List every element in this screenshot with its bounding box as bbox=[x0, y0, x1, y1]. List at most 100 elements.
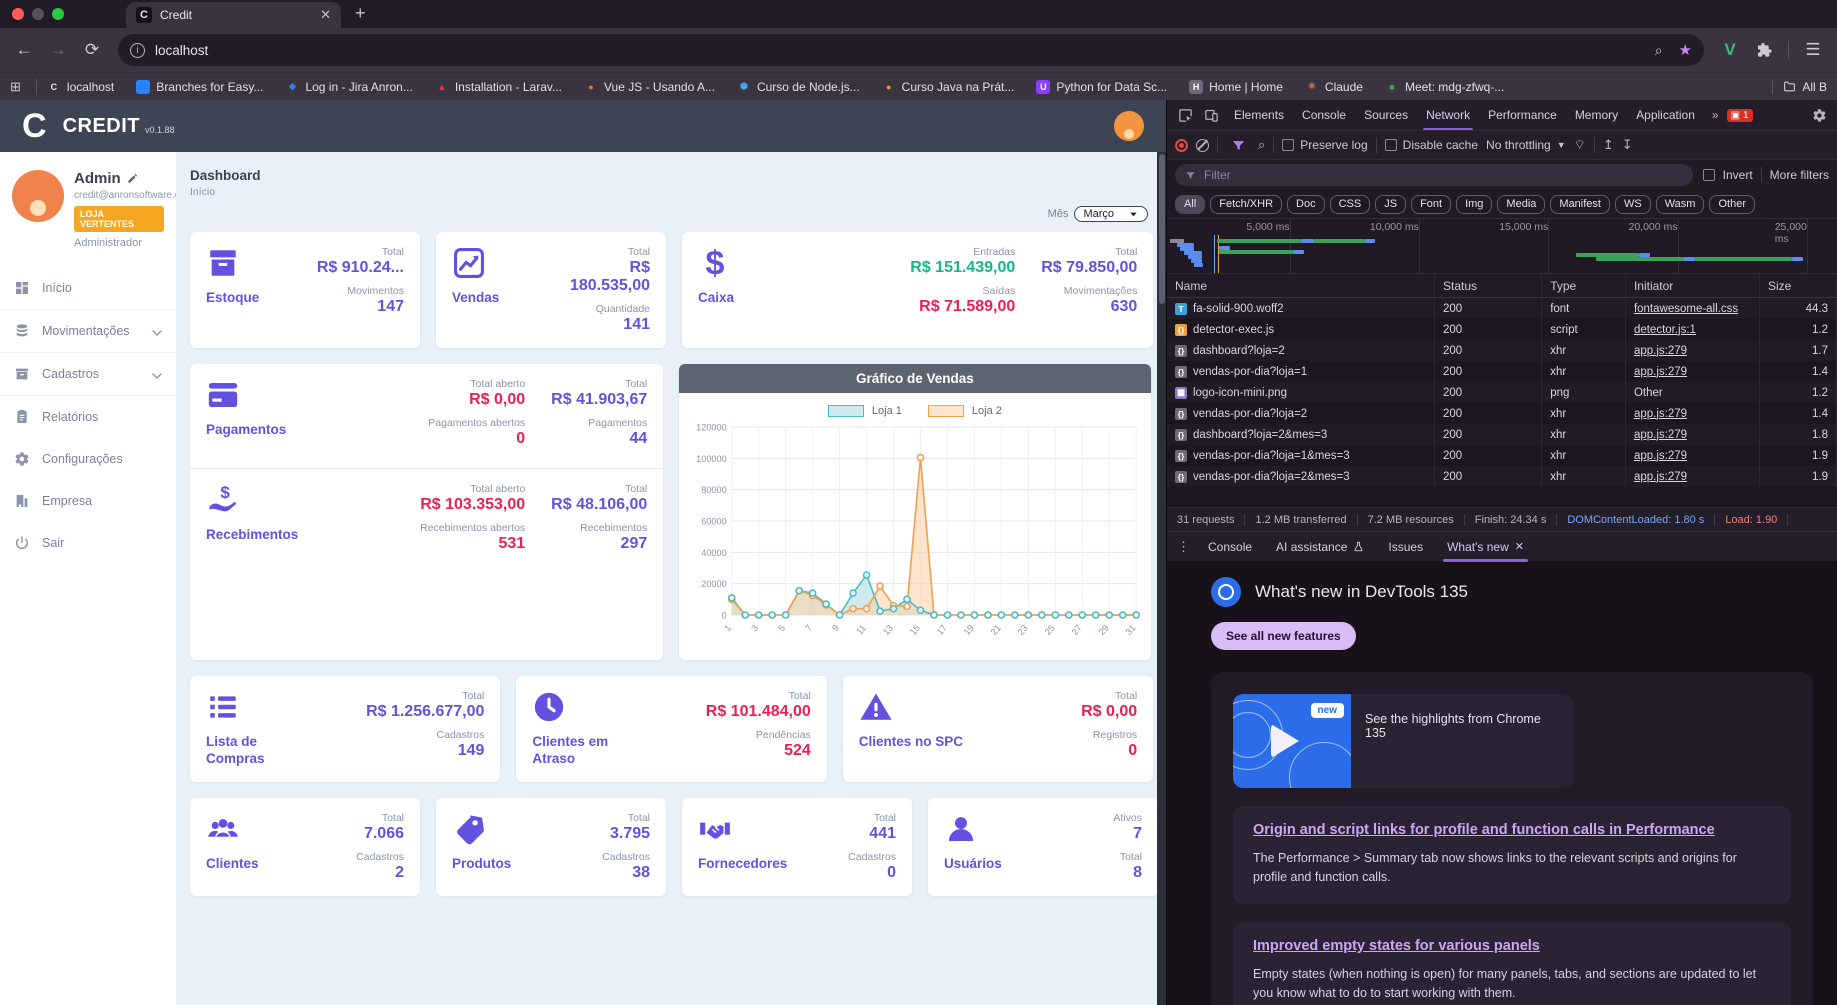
bookmark-item[interactable]: ▲ Installation - Larav... bbox=[435, 80, 562, 94]
network-request-row[interactable]: {} dashboard?loja=2 200 xhr app.js:279 1.7 bbox=[1167, 340, 1837, 361]
type-chip-ws[interactable]: WS bbox=[1614, 194, 1651, 214]
preserve-log-checkbox[interactable]: Preserve log bbox=[1282, 138, 1368, 152]
type-chip-all[interactable]: All bbox=[1175, 194, 1206, 214]
back-button[interactable]: ← bbox=[10, 36, 38, 64]
user-avatar[interactable] bbox=[12, 170, 64, 222]
url-bar[interactable]: i localhost ⌕ ★ bbox=[118, 34, 1704, 66]
devtools-tab-elements[interactable]: Elements bbox=[1225, 100, 1293, 130]
sidebar-item-empresa[interactable]: Empresa bbox=[0, 480, 176, 522]
minimize-window-button[interactable] bbox=[32, 8, 44, 20]
sidebar-item-inicio[interactable]: Início bbox=[0, 267, 176, 309]
clientes-card[interactable]: Clientes Total 7.066 Cadastros 2 bbox=[190, 797, 420, 896]
maximize-window-button[interactable] bbox=[52, 8, 64, 20]
navbar-avatar[interactable] bbox=[1114, 111, 1144, 141]
network-request-row[interactable]: {} dashboard?loja=2&mes=3 200 xhr app.js:2… bbox=[1167, 424, 1837, 445]
type-chip-js[interactable]: JS bbox=[1375, 194, 1407, 214]
inspect-element-icon[interactable] bbox=[1173, 104, 1197, 126]
bookmark-item[interactable]: ● Curso Java na Prát... bbox=[882, 80, 1014, 94]
play-icon[interactable] bbox=[1271, 724, 1299, 758]
more-filters-label[interactable]: More filters bbox=[1770, 168, 1829, 182]
initiator-link[interactable]: fontawesome-all.css bbox=[1634, 303, 1738, 315]
throttling-dropdown[interactable]: No throttling ▼ bbox=[1486, 138, 1566, 152]
page-scrollbar[interactable] bbox=[1157, 152, 1166, 1005]
close-drawer-tab-icon[interactable]: ✕ bbox=[1515, 540, 1524, 553]
see-all-features-button[interactable]: See all new features bbox=[1211, 622, 1356, 650]
type-chip-fetch-xhr[interactable]: Fetch/XHR bbox=[1210, 194, 1283, 214]
type-chip-other[interactable]: Other bbox=[1709, 194, 1755, 214]
section-heading-link[interactable]: Origin and script links for profile and … bbox=[1253, 822, 1771, 838]
filter-input[interactable]: Filter bbox=[1175, 164, 1693, 186]
bookmark-star-icon[interactable]: ★ bbox=[1679, 41, 1692, 59]
initiator-link[interactable]: detector.js:1 bbox=[1634, 324, 1696, 336]
initiator-link[interactable]: app.js:279 bbox=[1634, 450, 1687, 462]
column-header-name[interactable]: Name bbox=[1167, 274, 1435, 297]
vue-devtools-icon[interactable]: V bbox=[1716, 36, 1744, 64]
legend-item[interactable]: Loja 2 bbox=[927, 405, 1002, 417]
caixa-card[interactable]: $ Caixa Entradas R$ 151.439,00 Saídas R$… bbox=[682, 232, 1154, 348]
drawer-tab-ai-assistance[interactable]: AI assistance bbox=[1266, 532, 1374, 562]
profile-menu-icon[interactable]: ☰ bbox=[1799, 36, 1827, 64]
network-request-row[interactable]: {} vendas-por-dia?loja=2 200 xhr app.js:27… bbox=[1167, 403, 1837, 424]
url-text[interactable]: localhost bbox=[155, 43, 1639, 58]
pagamentos-recebimentos-card[interactable]: Pagamentos Total aberto R$ 0,00 Pagament… bbox=[190, 364, 664, 660]
sidebar-item-cadastros[interactable]: Cadastros bbox=[0, 352, 176, 395]
type-chip-doc[interactable]: Doc bbox=[1287, 194, 1325, 214]
drawer-tab-what-s-new[interactable]: What's new ✕ bbox=[1437, 532, 1534, 562]
disable-cache-checkbox[interactable]: Disable cache bbox=[1384, 138, 1478, 152]
network-request-row[interactable]: ▦ logo-icon-mini.png 200 png Other 1.2 bbox=[1167, 382, 1837, 403]
bookmark-item[interactable]: ● Vue JS - Usando A... bbox=[584, 80, 715, 94]
network-timeline[interactable]: 5,000 ms 10,000 ms 15,000 ms 20,000 ms 25,00… bbox=[1167, 218, 1837, 274]
zoom-icon[interactable]: ⌕ bbox=[1655, 42, 1663, 59]
type-chip-font[interactable]: Font bbox=[1411, 194, 1452, 214]
window-controls[interactable] bbox=[0, 8, 78, 28]
usuarios-card[interactable]: Usuários Ativos 7 Total 8 bbox=[928, 797, 1158, 896]
bookmark-item[interactable]: ⬢ Curso de Node.js... bbox=[737, 80, 860, 94]
bookmark-item[interactable]: ■ Meet: mdg-zfwq-... bbox=[1385, 80, 1504, 94]
network-request-row[interactable]: {} detector-exec.js 200 script detector.js… bbox=[1167, 319, 1837, 340]
column-header-size[interactable]: Size bbox=[1760, 274, 1837, 297]
section-heading-link[interactable]: Improved empty states for various panels bbox=[1253, 938, 1771, 954]
invert-checkbox[interactable] bbox=[1702, 169, 1715, 181]
network-request-row[interactable]: {} vendas-por-dia?loja=1 200 xhr app.js:27… bbox=[1167, 361, 1837, 382]
initiator-link[interactable]: app.js:279 bbox=[1634, 408, 1687, 420]
drawer-menu-icon[interactable]: ⋮ bbox=[1173, 539, 1194, 555]
initiator-link[interactable]: app.js:279 bbox=[1634, 345, 1687, 357]
record-network-log-button[interactable] bbox=[1175, 138, 1188, 152]
browser-tab[interactable]: C Credit ✕ bbox=[126, 2, 341, 28]
extensions-puzzle-icon[interactable] bbox=[1750, 36, 1778, 64]
bookmark-item[interactable]: Clocalhost bbox=[47, 80, 115, 94]
recebimentos-section[interactable]: $ Recebimentos Total aberto R$ 103.353,0… bbox=[190, 468, 664, 573]
search-network-icon[interactable]: ⌕ bbox=[1258, 137, 1265, 153]
bookmark-item[interactable]: Branches for Easy... bbox=[136, 79, 263, 94]
initiator-link[interactable]: app.js:279 bbox=[1634, 366, 1687, 378]
network-request-row[interactable]: {} vendas-por-dia?loja=2&mes=3 200 xhr app… bbox=[1167, 466, 1837, 487]
issues-count-badge[interactable]: ▣ 1 bbox=[1726, 108, 1753, 122]
produtos-card[interactable]: Produtos Total 3.795 Cadastros 38 bbox=[436, 797, 666, 896]
apps-grid-icon[interactable]: ⊞ bbox=[10, 79, 22, 95]
estoque-card[interactable]: Estoque Total R$ 910.24... Movimentos 14… bbox=[190, 232, 420, 348]
sidebar-item-configuracoes[interactable]: Configurações bbox=[0, 438, 176, 480]
export-har-icon[interactable]: ↧ bbox=[1622, 137, 1633, 153]
type-chip-css[interactable]: CSS bbox=[1329, 194, 1371, 214]
bookmark-item[interactable]: H Home | Home bbox=[1189, 79, 1283, 94]
month-select[interactable]: Março bbox=[1074, 206, 1148, 222]
drawer-tab-issues[interactable]: Issues bbox=[1378, 532, 1433, 562]
clear-network-log-button[interactable] bbox=[1196, 138, 1209, 152]
type-chip-img[interactable]: Img bbox=[1456, 194, 1493, 214]
network-conditions-icon[interactable]: ⌔ bbox=[1574, 137, 1586, 153]
column-header-initiator[interactable]: Initiator bbox=[1626, 274, 1760, 297]
devtools-tab-console[interactable]: Console bbox=[1293, 100, 1355, 130]
import-har-icon[interactable]: ↥ bbox=[1603, 137, 1614, 153]
type-chip-wasm[interactable]: Wasm bbox=[1655, 194, 1705, 214]
new-tab-button[interactable]: + bbox=[355, 3, 366, 24]
clientes-spc-card[interactable]: Clientes no SPC Total R$ 0,00 Registros … bbox=[842, 676, 1154, 782]
more-tabs-icon[interactable]: » bbox=[1706, 108, 1725, 122]
drawer-tab-console[interactable]: Console bbox=[1198, 532, 1262, 562]
type-chip-media[interactable]: Media bbox=[1497, 194, 1546, 214]
site-info-icon[interactable]: i bbox=[130, 42, 145, 58]
bookmark-item[interactable]: ◆ Log in - Jira Anron... bbox=[285, 80, 413, 94]
column-header-status[interactable]: Status bbox=[1435, 274, 1543, 297]
network-request-row[interactable]: Tfa-solid-900.woff2 200 font fontawesome-… bbox=[1167, 298, 1837, 319]
devtools-tab-application[interactable]: Application bbox=[1627, 100, 1704, 130]
device-toolbar-icon[interactable] bbox=[1199, 104, 1223, 126]
